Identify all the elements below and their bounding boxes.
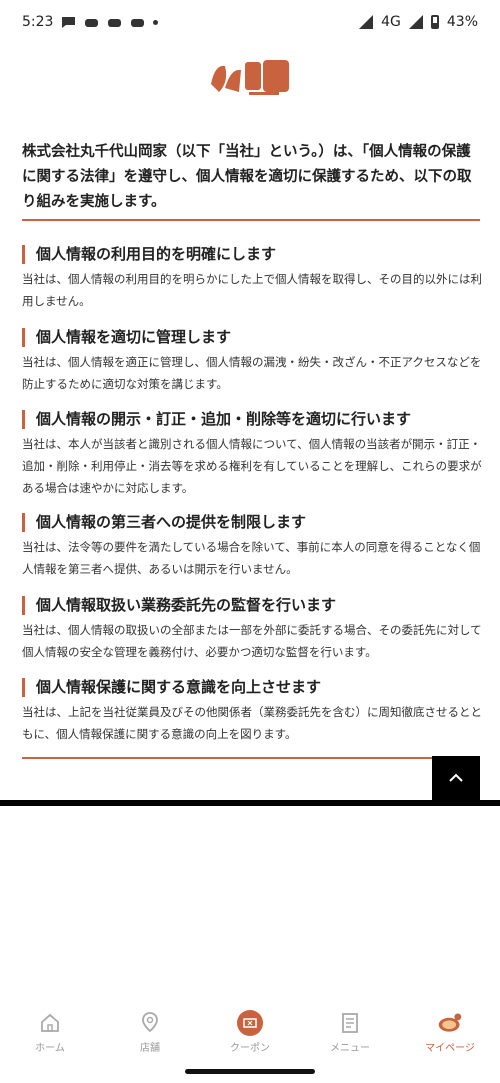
home-icon [41, 1013, 59, 1032]
game-controller-icon [85, 18, 99, 27]
menu-book-icon [342, 1013, 358, 1033]
coupon-icon [237, 1010, 263, 1036]
nav-mypage[interactable]: マイページ [400, 1010, 500, 1054]
section-body: 当社は、本人が当該者と識別される個人情報について、個人情報の当該者が開示・訂正・… [22, 437, 482, 495]
battery-icon [430, 15, 439, 29]
nav-label: メニュー [330, 1043, 370, 1054]
nav-label: マイページ [425, 1043, 475, 1054]
cell-signal-icon [408, 15, 423, 29]
battery-level: 43% [446, 14, 478, 30]
section-heading: 個人情報の開示・訂正・追加・削除等を適切に行います [22, 410, 482, 429]
status-time: 5:23 [22, 14, 54, 30]
nav-menu[interactable]: メニュー [300, 1010, 400, 1054]
footer-bar [0, 800, 500, 806]
nav-stores[interactable]: 店舗 [100, 1010, 200, 1054]
section-heading: 個人情報の第三者への提供を制限します [22, 513, 482, 532]
bottom-navigation: ホーム 店舗 クーポン メニュー マイページ [0, 1010, 500, 1058]
status-bar: 5:23 4G 43% [0, 0, 500, 44]
brand-logo [0, 52, 500, 102]
policy-intro: 株式会社丸千代山岡家（以下「当社」という。）は、「個人情報の保護に関する法律」を… [22, 144, 472, 210]
game-controller-icon [108, 18, 122, 27]
wifi-signal-icon [359, 15, 374, 29]
back-to-top-button[interactable] [432, 756, 480, 800]
nav-label: クーポン [230, 1043, 270, 1054]
mypage-icon [438, 1013, 462, 1032]
nav-home[interactable]: ホーム [0, 1010, 100, 1054]
section-body: 当社は、法令等の要件を満たしている場合を除いて、事前に本人の同意を得ることなく個… [22, 540, 481, 576]
section-heading: 個人情報の利用目的を明確にします [22, 245, 482, 264]
network-type: 4G [381, 14, 401, 30]
map-pin-icon [142, 1012, 158, 1033]
section-body: 当社は、個人情報を適正に管理し、個人情報の漏洩・紛失・改ざん・不正アクセスなどを… [22, 355, 482, 391]
policy-section: 個人情報の開示・訂正・追加・削除等を適切に行います 当社は、本人が当該者と識別さ… [22, 410, 482, 499]
divider-top [22, 219, 480, 221]
gesture-bar [185, 1069, 315, 1074]
chevron-up-icon [449, 773, 463, 782]
policy-section: 個人情報を適切に管理します 当社は、個人情報を適正に管理し、個人情報の漏洩・紛失… [22, 328, 482, 395]
section-body: 当社は、上記を当社従業員及びその他関係者（業務委託先を含む）に周知徹底させるとと… [22, 705, 482, 741]
policy-section: 個人情報保護に関する意識を向上させます 当社は、上記を当社従業員及びその他関係者… [22, 678, 482, 745]
section-body: 当社は、個人情報の取扱いの全部または一部を外部に委託する場合、その委託先に対して… [22, 623, 482, 659]
section-heading: 個人情報保護に関する意識を向上させます [22, 678, 482, 697]
nav-label: ホーム [35, 1043, 65, 1054]
section-heading: 個人情報を適切に管理します [22, 328, 482, 347]
policy-section: 個人情報の利用目的を明確にします 当社は、個人情報の利用目的を明らかにした上で個… [22, 245, 482, 312]
nav-label: 店舗 [140, 1043, 160, 1054]
chat-bubble-icon [62, 16, 76, 28]
divider-bottom [22, 757, 432, 759]
section-body: 当社は、個人情報の利用目的を明らかにした上で個人情報を取得し、その目的以外には利… [22, 272, 482, 308]
more-notifications-icon [153, 19, 159, 25]
section-heading: 個人情報取扱い業務委託先の監督を行います [22, 596, 482, 615]
yamaokaya-logo-icon [211, 60, 289, 95]
policy-section: 個人情報の第三者への提供を制限します 当社は、法令等の要件を満たしている場合を除… [22, 513, 482, 580]
policy-section: 個人情報取扱い業務委託先の監督を行います 当社は、個人情報の取扱いの全部または一… [22, 596, 482, 663]
game-controller-icon [131, 18, 145, 27]
nav-coupon[interactable]: クーポン [200, 1010, 300, 1054]
